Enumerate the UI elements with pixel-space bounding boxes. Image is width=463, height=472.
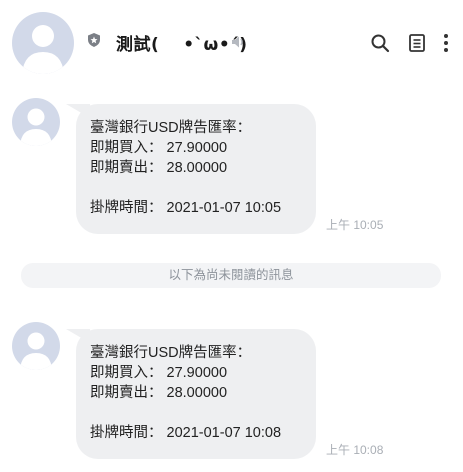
unread-divider: 以下為尚未閱讀的訊息 [21, 263, 441, 288]
chat-header: 測試( •`ω•´) [0, 0, 463, 86]
notes-button[interactable] [407, 33, 427, 53]
chat-avatar[interactable] [12, 12, 74, 74]
default-avatar-icon [20, 108, 52, 146]
message-bubble[interactable]: 臺灣銀行USD牌告匯率： 即期買入： 27.90000 即期賣出： 28.000… [76, 329, 316, 459]
search-button[interactable] [370, 33, 390, 53]
sender-avatar[interactable] [12, 98, 60, 146]
message-timestamp: 上午 10:05 [326, 218, 384, 232]
shield-badge-icon [86, 32, 102, 48]
default-avatar-icon [22, 25, 64, 74]
chat-title: 測試( •`ω•´) [116, 35, 248, 55]
default-avatar-icon [20, 332, 52, 370]
message-bubble[interactable]: 臺灣銀行USD牌告匯率： 即期買入： 27.90000 即期賣出： 28.000… [76, 104, 316, 234]
sender-avatar[interactable] [12, 322, 60, 370]
message-timestamp: 上午 10:08 [326, 443, 384, 457]
mute-icon [230, 34, 246, 50]
more-vertical-icon [444, 34, 448, 52]
notes-icon [409, 34, 425, 52]
search-icon [371, 34, 390, 53]
more-options-button[interactable] [440, 33, 452, 53]
